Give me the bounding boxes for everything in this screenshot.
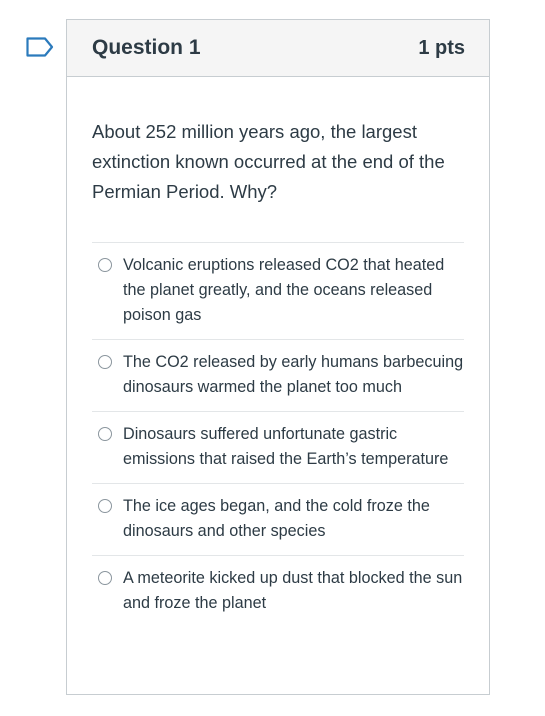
answer-label[interactable]: Volcanic eruptions released CO2 that hea… <box>123 253 464 328</box>
radio-unchecked-icon[interactable] <box>98 571 112 585</box>
answer-option-3[interactable]: Dinosaurs suffered unfortunate gastric e… <box>92 411 464 483</box>
flag-question-icon[interactable] <box>26 37 54 57</box>
radio-unchecked-icon[interactable] <box>98 258 112 272</box>
answer-label[interactable]: A meteorite kicked up dust that blocked … <box>123 566 464 616</box>
question-points: 1 pts <box>418 36 465 59</box>
answer-label[interactable]: The CO2 released by early humans barbecu… <box>123 350 464 400</box>
answer-label[interactable]: The ice ages began, and the cold froze t… <box>123 494 464 544</box>
radio-unchecked-icon[interactable] <box>98 499 112 513</box>
question-text: About 252 million years ago, the largest… <box>92 121 445 202</box>
answer-option-2[interactable]: The CO2 released by early humans barbecu… <box>92 339 464 411</box>
question-title: Question 1 <box>92 36 201 59</box>
answer-list: Volcanic eruptions released CO2 that hea… <box>92 242 464 627</box>
radio-unchecked-icon[interactable] <box>98 355 112 369</box>
radio-unchecked-icon[interactable] <box>98 427 112 441</box>
answer-option-1[interactable]: Volcanic eruptions released CO2 that hea… <box>92 242 464 339</box>
answer-label[interactable]: Dinosaurs suffered unfortunate gastric e… <box>123 422 464 472</box>
question-header: Question 1 1 pts <box>67 20 489 77</box>
answer-option-5[interactable]: A meteorite kicked up dust that blocked … <box>92 555 464 627</box>
answer-option-4[interactable]: The ice ages began, and the cold froze t… <box>92 483 464 555</box>
question-body: About 252 million years ago, the largest… <box>67 77 489 627</box>
question-card: Question 1 1 pts About 252 million years… <box>66 19 490 695</box>
